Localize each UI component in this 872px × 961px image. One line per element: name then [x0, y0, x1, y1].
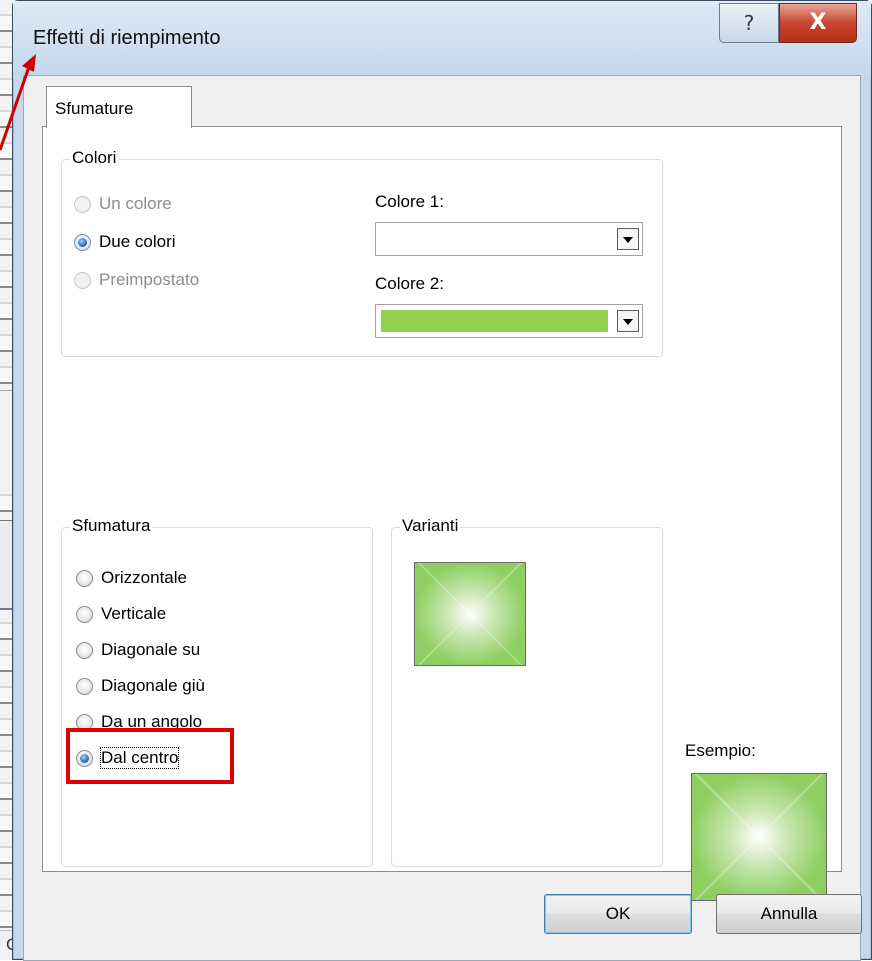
radio-button-icon	[76, 677, 93, 695]
color1-dropdown[interactable]	[375, 222, 643, 256]
radio-diagonal-down[interactable]: Diagonale giù	[76, 676, 205, 696]
radio-label: Diagonale su	[101, 640, 201, 659]
help-button[interactable]: ?	[719, 3, 779, 43]
radio-button-icon	[74, 233, 91, 251]
tab-sfumature[interactable]: Sfumature	[46, 86, 192, 128]
radio-label: Un colore	[99, 194, 172, 213]
radio-button-icon	[74, 195, 91, 213]
chevron-down-icon[interactable]	[617, 228, 639, 250]
radio-label: Due colori	[99, 232, 176, 251]
dialog-title: Effetti di riempimento	[33, 27, 221, 49]
color1-label: Colore 1:	[375, 192, 444, 211]
ok-button[interactable]: OK	[544, 894, 692, 934]
radio-label: Preimpostato	[99, 270, 200, 289]
shading-styles-group-label: Sfumatura	[70, 516, 153, 536]
variants-group: Varianti	[391, 516, 663, 867]
color2-dropdown[interactable]	[375, 304, 643, 338]
colors-group: Colori Un colore Due colori Preimpostato…	[61, 148, 663, 357]
color1-swatch	[381, 228, 608, 250]
sample-label: Esempio:	[685, 741, 756, 760]
dialog-client-area: Sfumature Colori Un colore Due colori Pr…	[23, 75, 862, 961]
radio-label: Verticale	[101, 604, 167, 623]
close-button[interactable]: X	[779, 3, 857, 43]
radio-button-icon	[76, 569, 93, 587]
radio-button-icon	[76, 605, 93, 623]
radio-button-icon	[74, 271, 91, 289]
colors-group-label: Colori	[70, 148, 119, 168]
radio-horizontal[interactable]: Orizzontale	[76, 568, 187, 588]
sample-preview	[691, 773, 827, 901]
shading-styles-group: Sfumatura Orizzontale Verticale Diagonal…	[61, 516, 373, 867]
chevron-down-icon[interactable]	[617, 310, 639, 332]
radio-label: Orizzontale	[101, 568, 187, 587]
radio-one-color[interactable]: Un colore	[74, 194, 172, 214]
radio-preset[interactable]: Preimpostato	[74, 270, 199, 290]
variant-gradient	[415, 563, 525, 665]
color2-swatch	[381, 310, 608, 332]
radio-label: Diagonale giù	[101, 676, 205, 695]
variants-group-label: Varianti	[400, 516, 461, 536]
radio-button-icon	[76, 641, 93, 659]
highlight-box	[66, 728, 234, 784]
fill-effects-dialog: Effetti di riempimento ? X Sfumature Col…	[12, 0, 872, 961]
color2-label: Colore 2:	[375, 274, 444, 293]
radio-diagonal-up[interactable]: Diagonale su	[76, 640, 200, 660]
sample-gradient	[692, 774, 826, 900]
title-bar: Effetti di riempimento ? X	[13, 1, 871, 79]
radio-two-colors[interactable]: Due colori	[74, 232, 176, 252]
radio-vertical[interactable]: Verticale	[76, 604, 166, 624]
cancel-button[interactable]: Annulla	[716, 894, 862, 934]
variant-thumbnail[interactable]	[414, 562, 526, 666]
